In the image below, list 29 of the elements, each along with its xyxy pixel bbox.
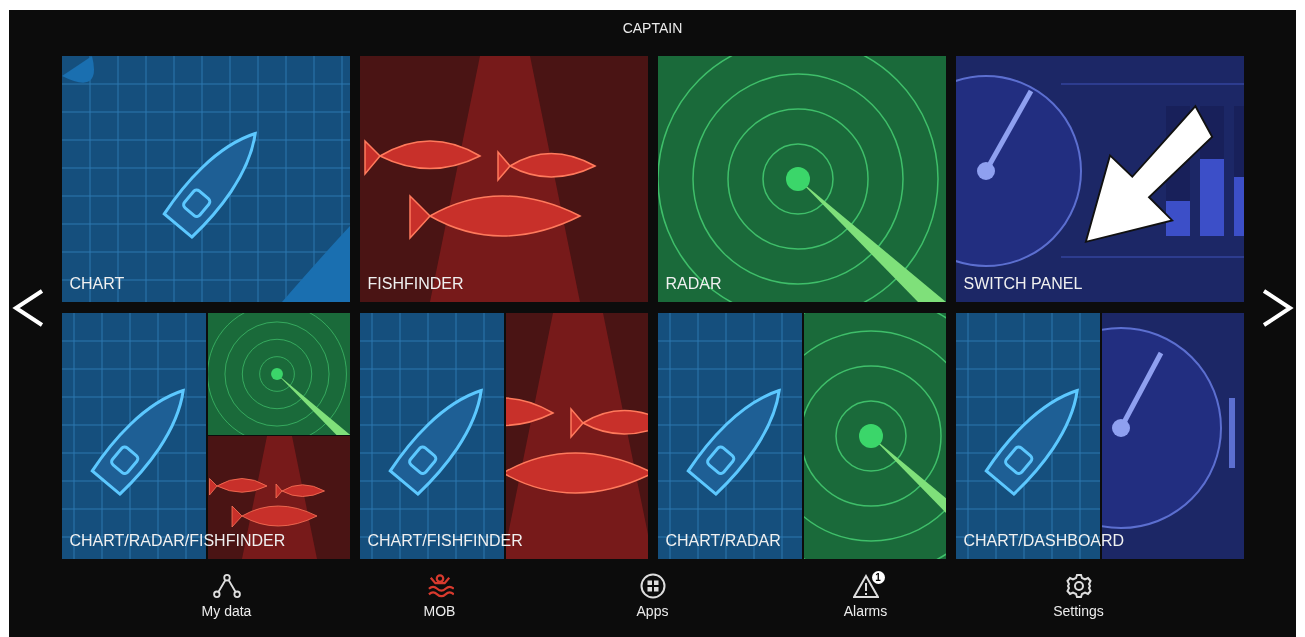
tile-label: CHART bbox=[69, 275, 125, 293]
alarm-count-badge: 1 bbox=[871, 571, 885, 584]
page-title: CAPTAIN bbox=[621, 19, 684, 38]
tile-label: CHART/RADAR/FISHFINDER bbox=[69, 532, 286, 550]
tile-label: CHART/RADAR bbox=[665, 532, 781, 550]
app-tile[interactable]: FISHFINDER bbox=[359, 56, 648, 302]
app-tile[interactable]: CHART/FISHFINDER bbox=[359, 313, 648, 559]
app-tile[interactable]: CHART/RADAR bbox=[657, 313, 946, 559]
apps-grid-icon bbox=[639, 573, 666, 599]
nav-button[interactable]: 1 Alarms bbox=[759, 573, 972, 619]
tile-label: SWITCH PANEL bbox=[963, 275, 1083, 293]
app-tile[interactable]: RADAR bbox=[657, 56, 946, 302]
tile-label: CHART/FISHFINDER bbox=[367, 532, 523, 550]
nav-button[interactable]: My data bbox=[120, 573, 333, 619]
tile-label: FISHFINDER bbox=[367, 275, 464, 293]
tile-label: CHART/DASHBOARD bbox=[963, 532, 1125, 550]
warning-triangle-icon bbox=[852, 574, 879, 598]
app-tile[interactable]: CHART/DASHBOARD bbox=[955, 313, 1244, 559]
nav-button[interactable]: MOB bbox=[333, 573, 546, 619]
nav-button[interactable]: Apps bbox=[546, 573, 759, 619]
chevron-left-icon[interactable] bbox=[11, 287, 46, 328]
app-tile[interactable]: CHART/RADAR/FISHFINDER bbox=[61, 313, 350, 559]
tile-label: RADAR bbox=[665, 275, 722, 293]
app-tile[interactable]: CHART bbox=[61, 56, 350, 302]
nav-button[interactable]: Settings bbox=[972, 573, 1185, 619]
app-tile[interactable]: SWITCH PANEL bbox=[955, 56, 1244, 302]
nodes-icon bbox=[212, 574, 241, 598]
settings-icon bbox=[1065, 573, 1092, 599]
pointer-arrow-icon bbox=[1083, 104, 1214, 244]
